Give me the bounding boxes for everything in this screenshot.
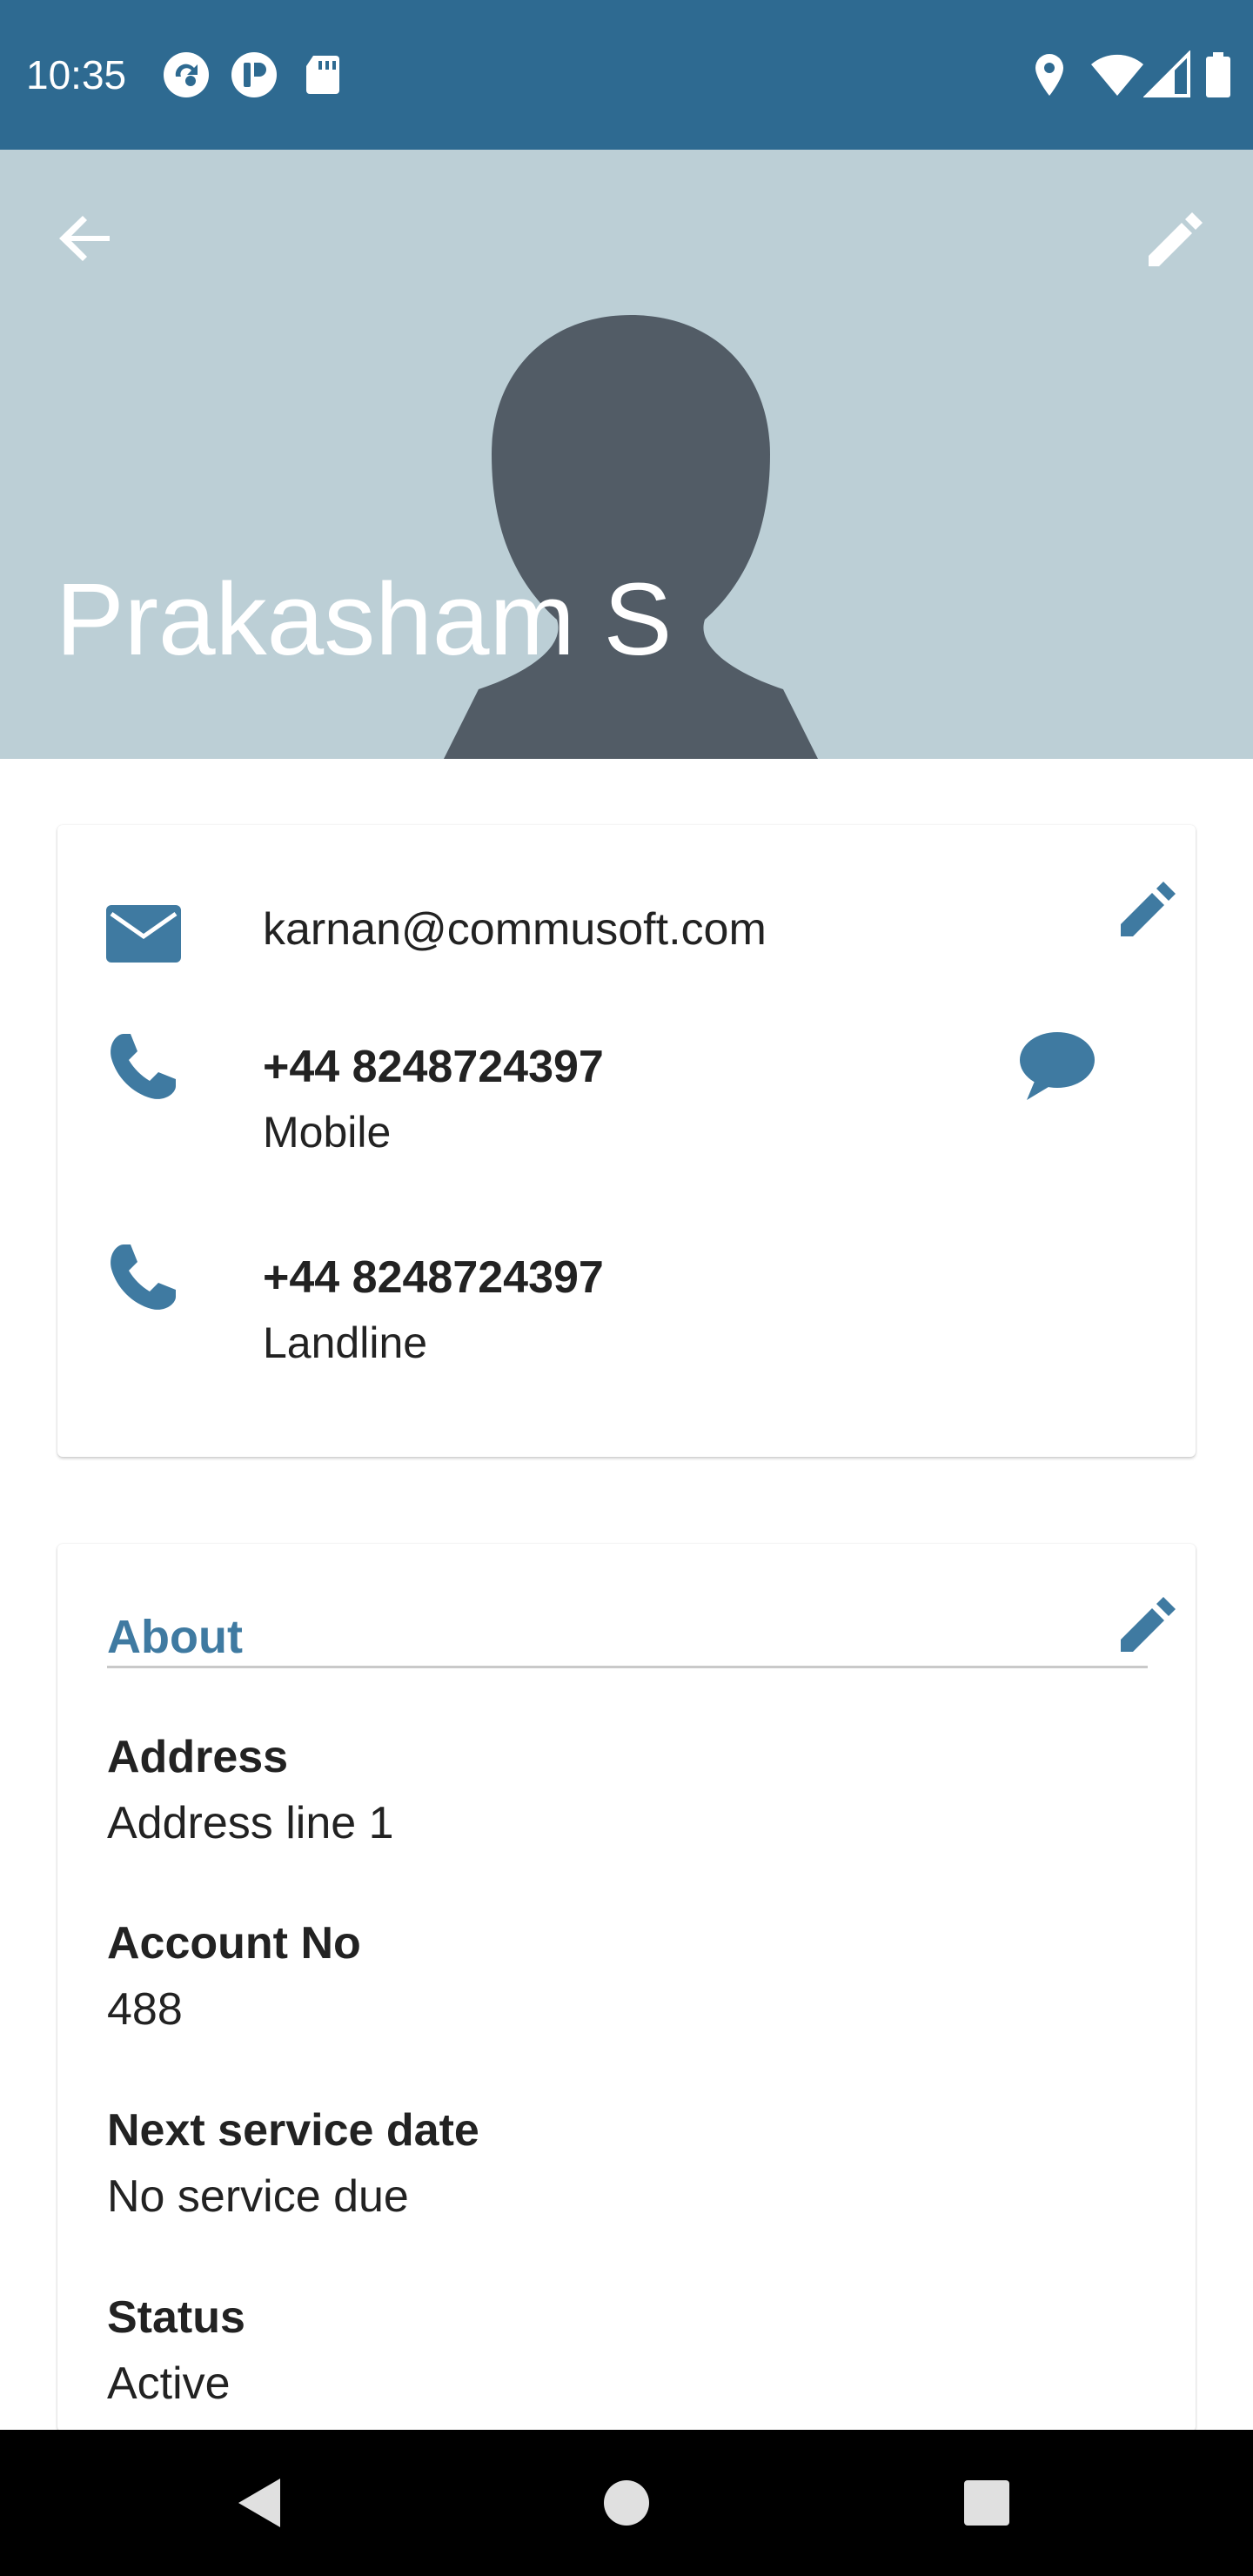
account-no-label: Account No (107, 1918, 361, 1969)
edit-contact-icon[interactable] (1114, 874, 1183, 943)
system-nav-bar (0, 2430, 1253, 2576)
sd-card-icon (306, 56, 339, 94)
edit-about-icon[interactable] (1114, 1589, 1183, 1659)
landline-number[interactable]: +44 8248724397 (263, 1250, 604, 1305)
app-badge-icon (231, 52, 277, 97)
email-address[interactable]: karnan@commusoft.com (263, 902, 767, 957)
address-label: Address (107, 1732, 289, 1782)
nav-recents-icon[interactable] (952, 2468, 1022, 2538)
contact-name: Prakasham S (56, 562, 673, 677)
sync-icon (164, 52, 209, 97)
status-time: 10:35 (26, 52, 127, 97)
mobile-number[interactable]: +44 8248724397 (263, 1039, 604, 1095)
next-service-date-value: No service due (107, 2171, 409, 2222)
avatar-silhouette-icon (444, 315, 818, 759)
status-bar: 10:35 (0, 0, 1253, 150)
nav-home-icon[interactable] (592, 2468, 661, 2538)
landline-type-label: Landline (263, 1318, 428, 1367)
address-value: Address line 1 (107, 1798, 394, 1848)
about-title: About (107, 1611, 243, 1663)
back-arrow-icon[interactable] (50, 204, 120, 273)
wifi-icon (1091, 54, 1143, 96)
phone-icon[interactable] (104, 1238, 183, 1316)
battery-icon (1206, 52, 1230, 97)
signal-icon (1143, 50, 1190, 97)
status-label: Status (107, 2292, 245, 2343)
edit-pencil-icon[interactable] (1140, 202, 1213, 275)
about-card: About Address Address line 1 Account No … (57, 1544, 1196, 2432)
status-value: Active (107, 2358, 231, 2409)
next-service-date-label: Next service date (107, 2105, 479, 2156)
about-divider (107, 1666, 1148, 1668)
mobile-type-label: Mobile (263, 1108, 392, 1157)
location-icon (1035, 54, 1063, 96)
message-bubble-icon[interactable] (1018, 1027, 1096, 1105)
account-no-value: 488 (107, 1984, 183, 2035)
phone-icon[interactable] (104, 1027, 183, 1105)
contact-details-card: karnan@commusoft.com +44 8248724397 Mobi… (57, 825, 1196, 1457)
nav-back-icon[interactable] (226, 2468, 296, 2538)
email-icon (106, 905, 181, 963)
contact-header: Prakasham S (0, 150, 1253, 759)
